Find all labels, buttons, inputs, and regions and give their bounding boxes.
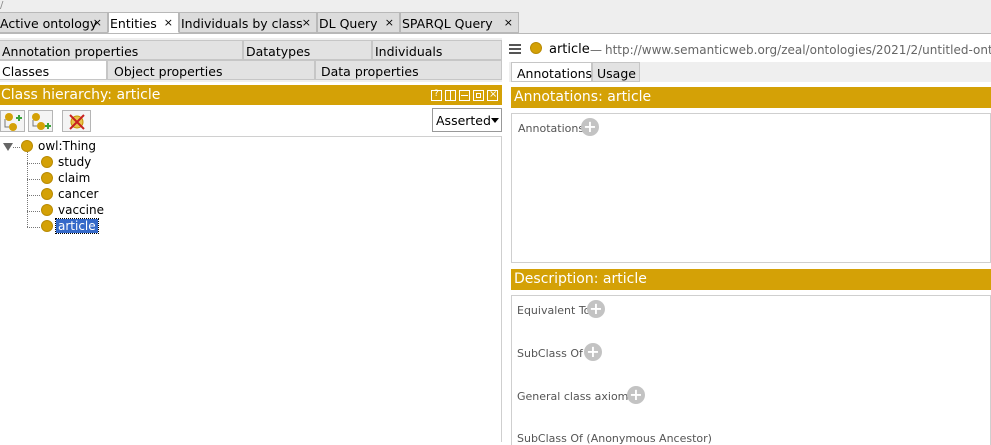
help-icon[interactable]: ? xyxy=(431,89,442,101)
annotations-header: Annotations: article xyxy=(511,87,991,108)
subclass-of-label: SubClass Of xyxy=(517,347,583,360)
add-sibling-icon xyxy=(32,113,51,130)
minimize-icon[interactable] xyxy=(459,90,470,101)
tab-active-ontology[interactable]: Active ontology × xyxy=(0,12,108,33)
tab-data-properties[interactable]: Data properties xyxy=(315,60,502,80)
tree-connector xyxy=(27,195,40,196)
close-view-icon[interactable]: × xyxy=(487,89,498,101)
menu-icon[interactable] xyxy=(509,44,521,54)
close-icon[interactable]: × xyxy=(385,16,394,29)
description-body xyxy=(511,295,991,445)
class-icon xyxy=(41,188,53,200)
add-subclass-icon xyxy=(4,113,22,131)
view-title: Description: article xyxy=(514,271,647,287)
tab-label: DL Query xyxy=(319,16,378,31)
tree-node-study[interactable]: study xyxy=(58,155,91,169)
entity-name: article xyxy=(549,42,590,57)
tree-connector xyxy=(27,179,40,180)
class-icon xyxy=(41,220,53,232)
entity-iri: http://www.semanticweb.org/zeal/ontologi… xyxy=(605,43,991,57)
tab-individuals-by-class[interactable]: Individuals by class × xyxy=(179,12,317,33)
tab-entities[interactable]: Entities × xyxy=(108,12,179,33)
class-icon xyxy=(21,140,33,152)
tree-node-article-selected[interactable]: article xyxy=(55,218,99,234)
add-general-axiom-icon[interactable]: + xyxy=(627,386,645,404)
add-equivalent-icon[interactable]: + xyxy=(587,300,605,318)
maximize-icon[interactable] xyxy=(473,90,484,101)
tab-individuals[interactable]: Individuals xyxy=(372,40,502,60)
class-icon xyxy=(41,156,53,168)
tab-label: Individuals xyxy=(375,44,443,59)
tree-node-vaccine[interactable]: vaccine xyxy=(58,203,104,217)
tree-connector xyxy=(27,163,40,164)
class-icon xyxy=(530,42,542,54)
subclass-of-anonymous-ancestor-label: SubClass Of (Anonymous Ancestor) xyxy=(517,432,712,445)
add-subclass-button[interactable] xyxy=(0,110,25,132)
tab-label: Classes xyxy=(2,64,50,79)
tree-node-claim[interactable]: claim xyxy=(58,171,90,185)
view-title: Class hierarchy: article xyxy=(1,87,161,103)
tab-classes[interactable]: Classes xyxy=(0,60,107,80)
tab-label: Annotation properties xyxy=(2,44,139,59)
close-icon[interactable]: × xyxy=(93,16,102,29)
tab-label: Datatypes xyxy=(246,44,311,59)
tab-annotations[interactable]: Annotations xyxy=(511,62,592,82)
general-class-axioms-label: General class axioms xyxy=(517,390,635,403)
selected-mode: Asserted xyxy=(436,113,491,128)
add-sibling-button[interactable] xyxy=(28,110,53,132)
tab-label: SPARQL Query xyxy=(402,16,493,31)
description-header: Description: article xyxy=(511,269,991,290)
equivalent-to-label: Equivalent To xyxy=(517,304,591,317)
tab-label: Active ontology xyxy=(0,16,98,31)
chevron-down-icon xyxy=(491,118,499,123)
view-title: Annotations: article xyxy=(514,89,652,105)
tab-usage[interactable]: Usage xyxy=(592,62,640,82)
annotations-label: Annotations xyxy=(518,122,585,135)
tab-label: Data properties xyxy=(321,64,419,79)
add-annotation-icon[interactable]: + xyxy=(581,118,599,136)
tab-divider xyxy=(0,33,991,34)
add-subclass-of-icon[interactable]: + xyxy=(584,343,602,361)
tab-object-properties[interactable]: Object properties xyxy=(107,60,315,80)
tree-connector xyxy=(27,211,40,212)
class-hierarchy-header: Class hierarchy: article xyxy=(0,85,502,105)
class-icon xyxy=(41,204,53,216)
tab-sparql-query[interactable]: SPARQL Query × xyxy=(400,12,519,33)
close-icon[interactable]: × xyxy=(302,16,311,29)
split-view-icon[interactable] xyxy=(445,90,456,101)
tab-label: Usage xyxy=(597,66,636,81)
tab-label: Individuals by class xyxy=(181,16,303,31)
iri-separator: — xyxy=(590,43,602,57)
tab-label: Object properties xyxy=(114,64,223,79)
class-icon xyxy=(41,172,53,184)
tree-node-cancer[interactable]: cancer xyxy=(58,187,98,201)
expand-toggle-icon[interactable] xyxy=(3,143,13,151)
tree-node-owl-thing[interactable]: owl:Thing xyxy=(38,139,96,153)
tab-datatypes[interactable]: Datatypes xyxy=(243,40,372,60)
delete-class-icon xyxy=(69,114,85,130)
tab-dl-query[interactable]: DL Query × xyxy=(317,12,400,33)
tab-label: Annotations xyxy=(517,66,593,81)
tree-connector xyxy=(27,227,40,228)
tree-connector xyxy=(13,147,20,148)
tab-annotation-properties[interactable]: Annotation properties xyxy=(0,40,243,60)
close-icon[interactable]: × xyxy=(504,16,513,29)
tab-label: Entities xyxy=(110,16,157,31)
delete-class-button[interactable] xyxy=(62,110,91,132)
close-icon[interactable]: × xyxy=(164,16,173,29)
window-corner-mark: / xyxy=(0,0,4,11)
hierarchy-mode-select[interactable]: Asserted xyxy=(432,108,502,132)
